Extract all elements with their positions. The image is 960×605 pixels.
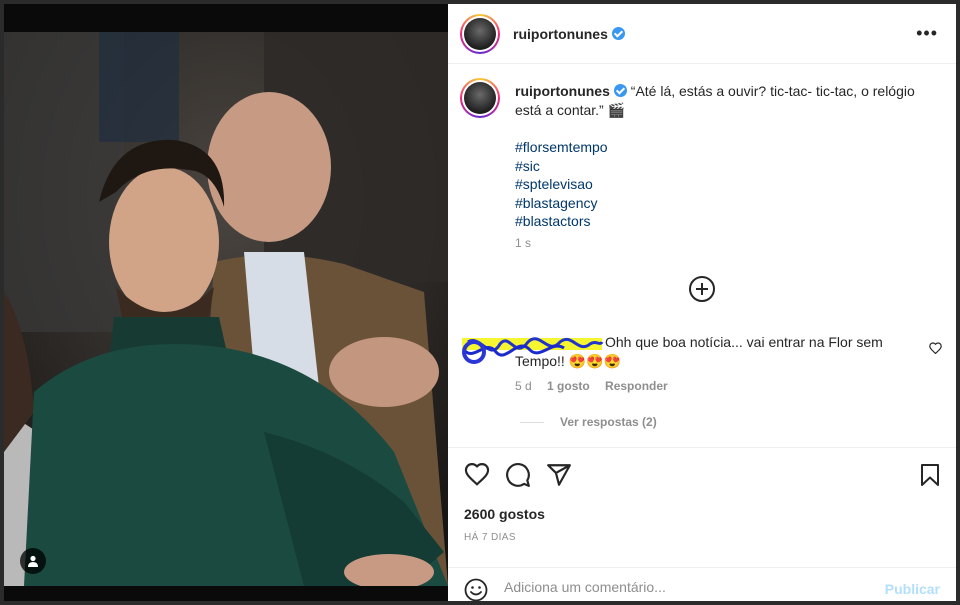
caption-time: 1 s [515,236,532,250]
comment: Ohh que boa notícia... vai entrar na Flo… [460,332,930,369]
hashtag-list: #florsemtempo #sic #sptelevisao #blastag… [515,138,608,231]
share-button[interactable] [546,462,572,488]
verified-badge-icon [613,84,627,97]
caption-username[interactable]: ruiportonunes [515,83,610,99]
tagged-users-button[interactable] [20,548,46,574]
author-username[interactable]: ruiportonunes [513,26,625,42]
post-media-pane [4,4,448,601]
likes-count[interactable]: 2600 gostos [464,506,545,522]
save-button[interactable] [918,462,944,488]
hashtag-link[interactable]: #blastactors [515,212,608,231]
author-username-text[interactable]: ruiportonunes [513,26,608,42]
comment-age: 5 d [515,379,532,393]
add-comment-bar: Publicar [448,567,956,602]
smiley-icon [464,578,488,602]
comment-button[interactable] [505,462,531,488]
view-replies-button[interactable]: Ver respostas (2) [520,415,657,429]
comment-text-line1: Ohh que boa notícia... vai entrar na Flo… [605,334,883,350]
paper-plane-icon [547,464,571,486]
post-actions-bar [448,447,956,507]
like-comment-button[interactable] [929,341,942,359]
view-replies-label: Ver respostas (2) [560,415,657,429]
hashtag-link[interactable]: #sic [515,157,608,176]
emoji-button[interactable] [464,578,488,605]
caption: ruiportonunes “Até lá, estás a ouvir? ti… [515,82,935,120]
post-details-panel: ruiportonunes ••• ruiportonunes “Até lá,… [448,4,956,602]
verified-badge-icon [611,27,625,40]
comment-input[interactable] [504,579,874,595]
heart-icon [464,463,490,486]
heart-icon [929,342,942,355]
like-button[interactable] [464,462,490,488]
comment-text-line2: Tempo!! 😍😍😍 [515,353,621,369]
comment-meta: 5 d 1 gosto Responder [515,379,680,393]
publish-button[interactable]: Publicar [885,581,940,597]
hashtag-link[interactable]: #blastagency [515,194,608,213]
author-avatar[interactable] [460,14,500,54]
more-options-button[interactable]: ••• [916,24,938,42]
post-photo[interactable] [4,32,448,586]
hashtag-link[interactable]: #florsemtempo [515,138,608,157]
bookmark-icon [921,464,939,486]
window-frame: ruiportonunes ••• ruiportonunes “Até lá,… [0,0,960,605]
hashtag-link[interactable]: #sptelevisao [515,175,608,194]
reply-button[interactable]: Responder [605,379,668,393]
caption-avatar[interactable] [460,78,500,118]
post-age: HÁ 7 DIAS [464,532,516,543]
speech-bubble-icon [506,463,530,487]
user-icon [28,555,38,567]
load-more-comments-icon[interactable] [689,276,715,302]
replies-divider [520,421,544,423]
photo-illustration [4,32,448,586]
post-header: ruiportonunes ••• [448,4,956,64]
comment-likes[interactable]: 1 gosto [547,379,590,393]
